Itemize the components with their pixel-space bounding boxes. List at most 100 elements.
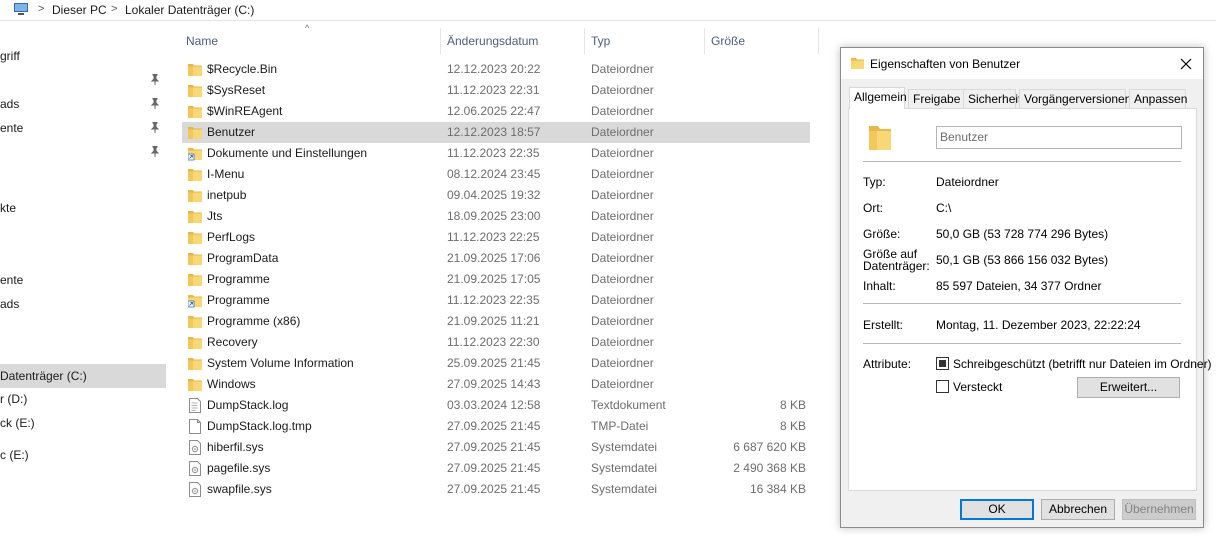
hidden-label[interactable]: Versteckt xyxy=(953,380,1002,394)
cancel-button[interactable]: Abbrechen xyxy=(1041,499,1115,520)
nav-item-documents[interactable]: ente xyxy=(0,117,166,139)
address-bar[interactable]: > Dieser PC > Lokaler Datenträger (C:) xyxy=(0,0,1216,21)
file-size xyxy=(712,353,806,374)
file-name: Recovery xyxy=(207,335,258,349)
column-header-name[interactable]: Name xyxy=(186,26,218,56)
disk-size-value: 50,1 GB (53 866 156 032 Bytes) xyxy=(936,253,1109,267)
column-divider[interactable] xyxy=(818,28,819,54)
folder-icon xyxy=(188,272,202,287)
created-value: Montag, 11. Dezember 2023, 22:22:24 xyxy=(936,318,1141,332)
file-name: DumpStack.log xyxy=(207,398,289,412)
tab-customize[interactable]: Anpassen xyxy=(1129,89,1187,108)
disk-size-label-line2: Datenträger: xyxy=(863,259,930,273)
file-date: 18.09.2025 23:00 xyxy=(447,209,541,223)
folder-icon xyxy=(188,377,202,392)
file-name: Jts xyxy=(207,209,223,223)
table-row[interactable]: ProgramData 21.09.2025 17:06 Dateiordner xyxy=(182,248,810,269)
file-size xyxy=(712,80,806,101)
table-row[interactable]: DumpStack.log.tmp 27.09.2025 21:45 TMP-Dat… xyxy=(182,416,810,437)
table-row[interactable]: $SysReset 11.12.2023 22:31 Dateiordner xyxy=(182,80,810,101)
file-size xyxy=(712,269,806,290)
table-row[interactable]: I-Menu 08.12.2024 23:45 Dateiordner xyxy=(182,164,810,185)
nav-item-label: ads xyxy=(0,297,20,311)
table-row[interactable]: Dokumente und Einstellungen 11.12.2023 22… xyxy=(182,143,810,164)
file-type: Dateiordner xyxy=(591,209,654,223)
tab-security[interactable]: Sicherheit xyxy=(963,89,1021,108)
table-row[interactable]: Programme 21.09.2025 17:05 Dateiordner xyxy=(182,269,810,290)
folder-name-input[interactable]: Benutzer xyxy=(936,126,1182,149)
advanced-button[interactable]: Erweitert... xyxy=(1077,377,1180,398)
table-row[interactable]: Benutzer 12.12.2023 18:57 Dateiordner xyxy=(182,122,810,143)
column-divider[interactable] xyxy=(704,28,705,54)
table-row[interactable]: inetpub 09.04.2025 19:32 Dateiordner xyxy=(182,185,810,206)
nav-item-pinned[interactable] xyxy=(0,69,166,91)
system-file-icon xyxy=(188,440,202,455)
table-row[interactable]: $WinREAgent 12.06.2025 22:47 Dateiordner xyxy=(182,101,810,122)
pin-icon xyxy=(150,122,160,133)
dialog-title-bar[interactable]: Eigenschaften von Benutzer xyxy=(841,48,1203,79)
column-header-date[interactable]: Änderungsdatum xyxy=(447,26,538,56)
table-row[interactable]: $Recycle.Bin 12.12.2023 20:22 Dateiordner xyxy=(182,59,810,80)
breadcrumb-local-disk[interactable]: Lokaler Datenträger (C:) xyxy=(125,3,254,17)
sort-ascending-icon: ^ xyxy=(305,23,310,33)
file-name: Programme xyxy=(207,293,270,307)
nav-item-drive-e-2[interactable]: c (E:) xyxy=(0,444,166,466)
file-name: ProgramData xyxy=(207,251,279,265)
close-button[interactable] xyxy=(1175,53,1197,75)
table-row[interactable]: Programme (x86) 21.09.2025 11:21 Dateiordn… xyxy=(182,311,810,332)
file-type: Dateiordner xyxy=(591,272,654,286)
nav-item-label: ads xyxy=(0,97,20,111)
table-row[interactable]: Recovery 11.12.2023 22:30 Dateiordner xyxy=(182,332,810,353)
hidden-checkbox[interactable] xyxy=(936,380,949,393)
file-date: 03.03.2024 12:58 xyxy=(447,398,541,412)
table-row[interactable]: hiberfil.sys 27.09.2025 21:45 Systemdatei 6… xyxy=(182,437,810,458)
ok-button[interactable]: OK xyxy=(960,499,1034,520)
nav-item-quick-access[interactable]: griff xyxy=(0,45,166,67)
nav-item-downloads-2[interactable]: ads xyxy=(0,293,166,315)
readonly-label[interactable]: Schreibgeschützt (betrifft nur Dateien i… xyxy=(953,357,1212,371)
folder-icon xyxy=(188,62,202,77)
file-type: Dateiordner xyxy=(591,293,654,307)
tab-general[interactable]: Allgemein xyxy=(849,87,907,109)
table-row[interactable]: Windows 27.09.2025 14:43 Dateiordner xyxy=(182,374,810,395)
contents-label: Inhalt: xyxy=(863,279,896,293)
apply-button[interactable]: Übernehmen xyxy=(1122,499,1196,520)
breadcrumb-this-pc[interactable]: Dieser PC xyxy=(52,3,107,17)
table-row[interactable]: Programme 11.12.2023 22:35 Dateiordner xyxy=(182,290,810,311)
nav-item-label: r (D:) xyxy=(0,392,28,406)
nav-item-3d-objects[interactable]: kte xyxy=(0,197,166,219)
table-row[interactable]: DumpStack.log 03.03.2024 12:58 Textdokumen… xyxy=(182,395,810,416)
table-row[interactable]: System Volume Information 25.09.2025 21:4… xyxy=(182,353,810,374)
nav-item-downloads[interactable]: ads xyxy=(0,93,166,115)
folder-icon xyxy=(188,251,202,266)
nav-item-documents-2[interactable]: ente xyxy=(0,269,166,291)
file-date: 12.06.2025 22:47 xyxy=(447,104,541,118)
file-name: swapfile.sys xyxy=(207,482,272,496)
nav-item-pictures[interactable] xyxy=(0,141,166,163)
file-size xyxy=(712,290,806,311)
nav-item-drive-e[interactable]: ck (E:) xyxy=(0,412,166,434)
column-divider[interactable] xyxy=(440,28,441,54)
column-header-size[interactable]: Größe xyxy=(711,26,745,56)
nav-item-label: ente xyxy=(0,121,24,135)
tab-sharing[interactable]: Freigabe xyxy=(908,89,964,108)
properties-dialog[interactable]: Eigenschaften von Benutzer Allgemein Fre… xyxy=(840,47,1212,528)
table-row[interactable]: PerfLogs 11.12.2023 22:25 Dateiordner xyxy=(182,227,810,248)
file-date: 21.09.2025 11:21 xyxy=(447,314,540,328)
size-value: 50,0 GB (53 728 774 296 Bytes) xyxy=(936,227,1109,241)
file-size: 16 384 KB xyxy=(749,482,806,496)
divider xyxy=(863,161,1181,162)
tab-previous-versions[interactable]: Vorgängerversionen xyxy=(1019,89,1131,108)
shortcut-folder-icon xyxy=(187,146,202,161)
nav-item-local-disk-c[interactable]: Datenträger (C:) xyxy=(0,364,166,388)
nav-item-drive-d[interactable]: r (D:) xyxy=(0,388,166,410)
table-row[interactable]: Jts 18.09.2025 23:00 Dateiordner xyxy=(182,206,810,227)
location-label: Ort: xyxy=(863,201,883,215)
column-header-type[interactable]: Typ xyxy=(591,26,610,56)
table-row[interactable]: pagefile.sys 27.09.2025 21:45 Systemdatei 2… xyxy=(182,458,810,479)
column-divider[interactable] xyxy=(584,28,585,54)
readonly-checkbox[interactable] xyxy=(936,357,949,370)
navigation-pane[interactable]: griff ads ente kte ente ads Datenträger … xyxy=(0,22,168,557)
table-row[interactable]: swapfile.sys 27.09.2025 21:45 Systemdatei 1… xyxy=(182,479,810,500)
file-list[interactable]: ^ Name Änderungsdatum Typ Größe $Recycle… xyxy=(182,23,822,546)
